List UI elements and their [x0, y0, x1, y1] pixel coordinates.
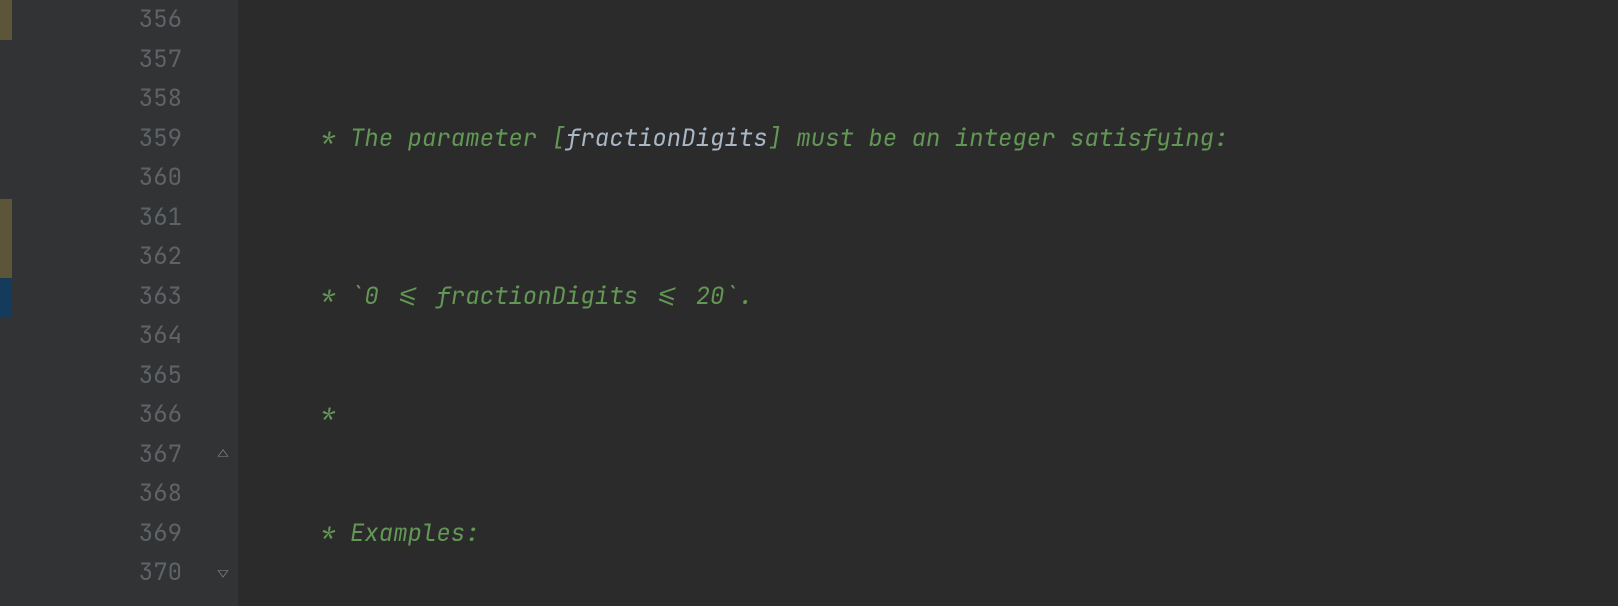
change-marker[interactable] [0, 199, 12, 239]
doc-comment: * [278, 399, 336, 430]
cursor-marker[interactable] [0, 278, 12, 318]
line-number[interactable]: 358 [12, 79, 182, 119]
change-marker-bar [0, 0, 12, 606]
line-number[interactable]: 367 [12, 435, 182, 475]
fold-expand-icon[interactable] [212, 564, 234, 586]
line-number[interactable]: 363 [12, 277, 182, 317]
change-marker[interactable] [0, 238, 12, 278]
change-marker[interactable] [0, 0, 12, 40]
line-number[interactable]: 369 [12, 514, 182, 554]
line-number[interactable]: 357 [12, 40, 182, 80]
line-number[interactable]: 364 [12, 316, 182, 356]
fold-gutter [210, 0, 238, 606]
line-number-gutter[interactable]: 356 357 358 359 360 361 362 363 364 365 … [12, 0, 210, 606]
code-line[interactable]: * Examples: [238, 514, 1618, 554]
line-number[interactable]: 368 [12, 474, 182, 514]
code-line[interactable]: * [238, 395, 1618, 435]
line-number[interactable]: 362 [12, 237, 182, 277]
doc-link[interactable]: fractionDigits [566, 123, 768, 154]
code-area[interactable]: * The parameter [fractionDigits] must be… [238, 0, 1618, 606]
line-number[interactable]: 366 [12, 395, 182, 435]
doc-comment: * Examples: [278, 518, 480, 549]
line-number[interactable]: 370 [12, 553, 182, 593]
code-line[interactable]: * The parameter [fractionDigits] must be… [238, 119, 1618, 159]
doc-comment: * `0 <= fractionDigits <= 20`. [278, 281, 753, 312]
doc-comment: * The parameter [fractionDigits] must be… [278, 123, 1228, 154]
line-number[interactable]: 356 [12, 0, 182, 40]
line-number[interactable]: 365 [12, 356, 182, 396]
line-number[interactable]: 361 [12, 198, 182, 238]
line-number[interactable]: 359 [12, 119, 182, 159]
code-editor: 356 357 358 359 360 361 362 363 364 365 … [0, 0, 1618, 606]
code-line[interactable]: * `0 <= fractionDigits <= 20`. [238, 277, 1618, 317]
fold-collapse-icon[interactable] [212, 443, 234, 465]
line-number[interactable]: 360 [12, 158, 182, 198]
